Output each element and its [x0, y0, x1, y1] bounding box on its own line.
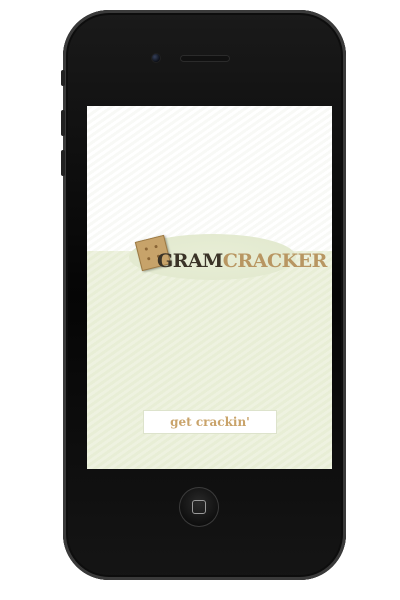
home-square-icon	[192, 500, 206, 514]
get-crackin-button[interactable]: get crackin'	[143, 410, 277, 434]
screen-bottom-background	[87, 251, 332, 469]
volume-up-button	[61, 110, 65, 136]
home-button[interactable]	[179, 487, 219, 527]
volume-down-button	[61, 150, 65, 176]
logo-cracker-text: CRACKER	[222, 250, 328, 272]
app-screen: GRAMCRACKER get crackin'	[87, 106, 332, 469]
screen-top-background	[87, 106, 332, 251]
earpiece-speaker	[180, 55, 230, 62]
app-logo: GRAMCRACKER	[157, 250, 327, 272]
mute-switch	[61, 70, 65, 86]
front-camera-icon	[152, 54, 160, 62]
logo-gram-text: GRAM	[157, 250, 223, 272]
